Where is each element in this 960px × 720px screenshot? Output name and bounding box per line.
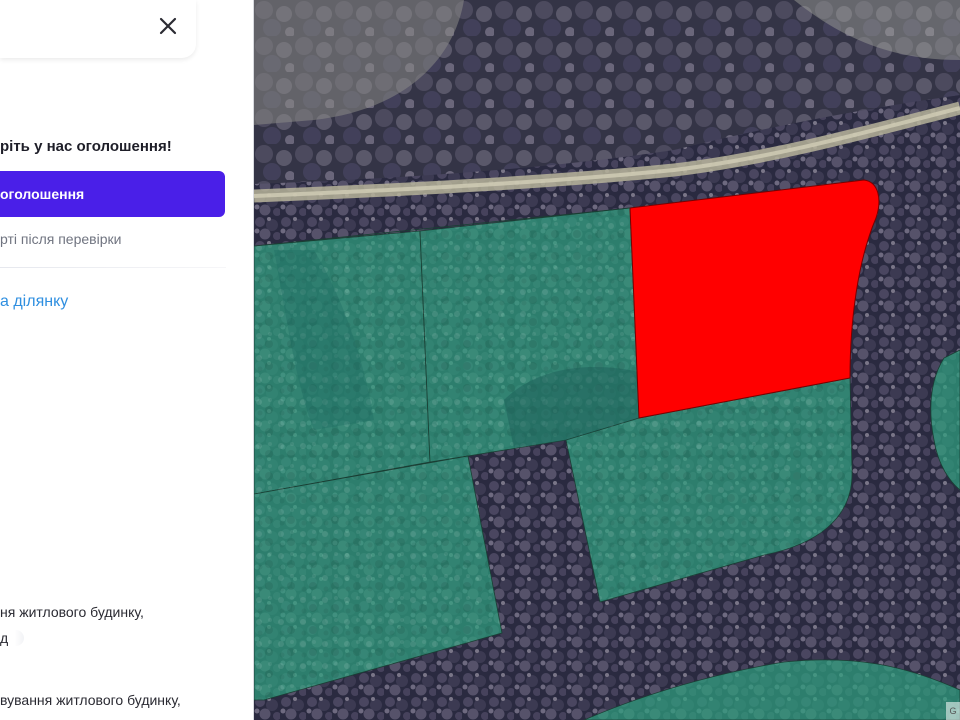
panel-header bbox=[0, 0, 196, 58]
panel-border bbox=[253, 0, 254, 720]
close-icon bbox=[159, 17, 177, 35]
plot-link[interactable]: а дiлянку bbox=[0, 293, 68, 311]
side-panel: рiть у нас оголошення! оголошення ртi пi… bbox=[0, 0, 254, 720]
divider bbox=[0, 267, 226, 268]
satellite-map[interactable]: G bbox=[254, 0, 960, 720]
purpose-tag: д bbox=[0, 630, 25, 646]
purpose-text: вування житлового будинку, bbox=[0, 692, 181, 708]
map-canvas[interactable] bbox=[254, 0, 960, 720]
promo-heading: рiть у нас оголошення! bbox=[0, 138, 172, 155]
purpose-text: ня житлового будинку, bbox=[0, 604, 144, 620]
moderation-hint: ртi пiсля перевiрки bbox=[0, 231, 122, 247]
map-attribution: G bbox=[946, 702, 960, 720]
close-button[interactable] bbox=[150, 8, 186, 44]
add-listing-button[interactable]: оголошення bbox=[0, 171, 225, 217]
